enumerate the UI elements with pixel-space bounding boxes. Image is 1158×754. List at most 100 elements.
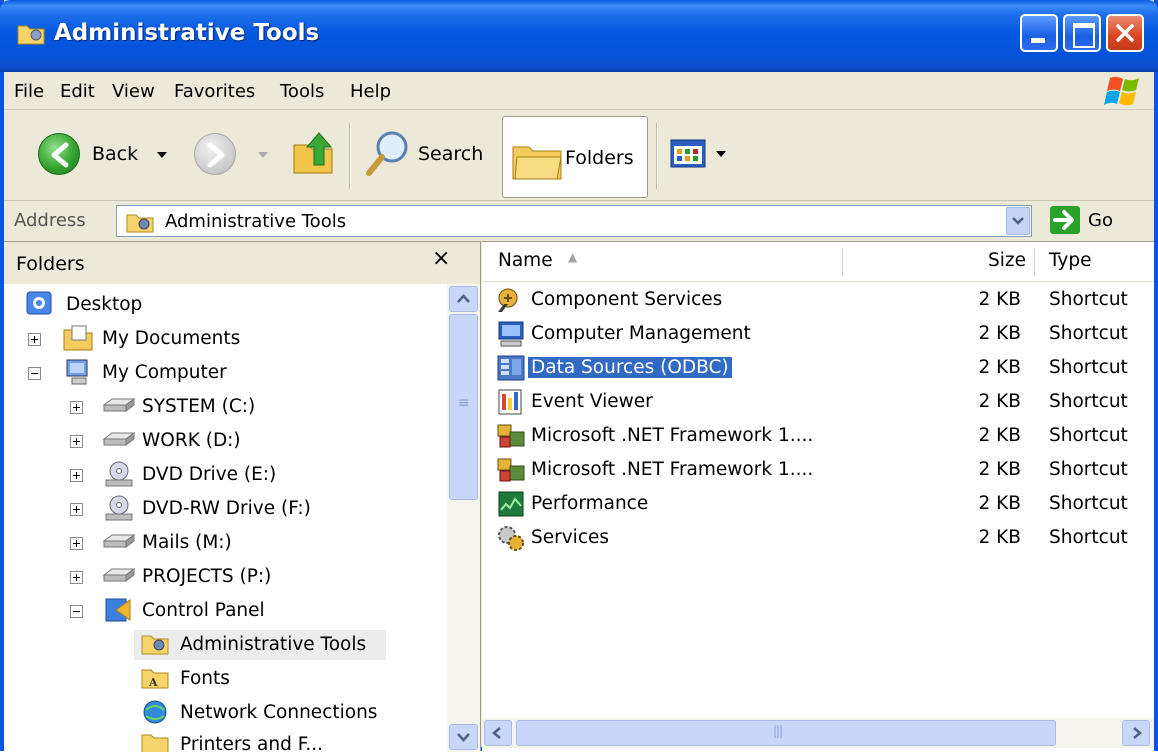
address-dropdown-button[interactable] [1006,207,1030,235]
tree-item-printers[interactable]: Printers and F... [4,730,447,752]
printers-icon [141,734,169,752]
close-button[interactable] [1106,14,1144,52]
control-panel-icon [105,598,131,622]
forward-button[interactable] [194,133,236,175]
file-row[interactable]: Computer Management 2 KB Shortcut [482,318,1154,350]
folders-label: Folders [565,147,634,169]
tree-item-network-connections[interactable]: Network Connections [4,698,447,728]
file-row[interactable]: Event Viewer 2 KB Shortcut [482,386,1154,418]
file-row[interactable]: Component Services 2 KB Shortcut [482,284,1154,316]
file-size: 2 KB [978,459,1021,480]
expand-icon[interactable] [70,503,83,516]
menu-help[interactable]: Help [350,81,391,102]
column-header-name[interactable]: Name [498,250,553,271]
scroll-right-button[interactable] [1122,720,1150,746]
menu-favorites[interactable]: Favorites [174,81,255,102]
column-divider[interactable] [842,248,843,276]
chevron-down-icon [457,733,470,742]
maximize-button[interactable] [1063,14,1101,52]
menu-file[interactable]: File [14,81,44,102]
menu-view[interactable]: View [112,81,155,102]
tree-item-label: Fonts [180,668,230,689]
performance-icon [498,491,524,517]
standard-toolbar: Back Search Folders [4,111,1154,201]
tree-item-mails-m[interactable]: Mails (M:) [4,528,447,558]
file-row[interactable]: Performance 2 KB Shortcut [482,488,1154,520]
chevron-up-icon [457,294,470,303]
back-button[interactable] [38,133,80,175]
file-name: Component Services [531,289,723,310]
data-sources-odbc-icon [497,355,525,381]
forward-history-caret-icon [258,152,268,158]
tree-item-my-computer[interactable]: My Computer [4,358,447,388]
address-bar: Address Administrative Tools Go [4,202,1154,240]
tree-item-projects-p[interactable]: PROJECTS (P:) [4,562,447,592]
collapse-icon[interactable] [70,605,83,618]
scroll-thumb[interactable] [449,314,478,500]
title-bar[interactable]: Administrative Tools [0,0,1158,72]
file-row-selected[interactable]: Data Sources (ODBC) 2 KB Shortcut [482,352,1154,384]
expand-icon[interactable] [70,401,83,414]
menu-tools[interactable]: Tools [280,81,324,102]
up-folder-icon[interactable] [290,129,336,177]
file-size: 2 KB [978,391,1021,412]
tree-item-my-documents[interactable]: My Documents [4,324,447,354]
list-header: Name ▲ Size Type [482,242,1154,282]
file-list-pane: Name ▲ Size Type Component Services 2 KB… [482,241,1154,751]
address-label: Address [14,210,86,231]
go-arrow-icon [1053,210,1074,230]
drive-icon [102,568,136,582]
scroll-left-button[interactable] [484,720,512,746]
expand-icon[interactable] [70,571,83,584]
views-caret-icon[interactable] [716,151,726,157]
tree-item-dvd-e[interactable]: DVD Drive (E:) [4,460,447,490]
file-list-horizontal-scrollbar[interactable] [482,718,1154,748]
folders-button[interactable]: Folders [502,116,648,198]
go-button[interactable] [1050,206,1080,234]
folder-tree: Desktop My Documents My Computer SYSTEM … [4,284,447,752]
file-row[interactable]: Services 2 KB Shortcut [482,522,1154,554]
folders-pane-header: Folders × [4,242,480,284]
scroll-down-button[interactable] [449,724,478,750]
tree-item-dvd-rw-f[interactable]: DVD-RW Drive (F:) [4,494,447,524]
file-type: Shortcut [1049,391,1128,412]
tree-item-desktop[interactable]: Desktop [4,290,447,320]
search-icon[interactable] [364,129,412,179]
tree-item-label: WORK (D:) [142,430,241,451]
back-arrow-icon [51,142,69,168]
chevron-right-icon [1133,727,1142,739]
scroll-up-button[interactable] [449,286,478,312]
expand-icon[interactable] [28,333,41,346]
dvd-drive-icon [105,495,133,521]
back-history-caret-icon[interactable] [157,152,167,158]
views-icon[interactable] [670,139,710,169]
address-value: Administrative Tools [165,211,347,232]
expand-icon[interactable] [70,537,83,550]
column-header-type[interactable]: Type [1049,250,1092,271]
search-label[interactable]: Search [418,143,483,165]
folders-pane-close-icon[interactable]: × [432,246,450,271]
back-label[interactable]: Back [92,143,138,165]
scroll-thumb[interactable] [516,720,1056,746]
column-header-size[interactable]: Size [988,250,1026,271]
file-row[interactable]: Microsoft .NET Framework 1.... 2 KB Shor… [482,454,1154,486]
menu-edit[interactable]: Edit [60,81,95,102]
admin-tools-icon [141,635,169,655]
go-label[interactable]: Go [1088,210,1113,231]
folder-tree-vertical-scrollbar[interactable] [447,284,480,752]
collapse-icon[interactable] [28,367,41,380]
tree-item-work-d[interactable]: WORK (D:) [4,426,447,456]
file-row[interactable]: Microsoft .NET Framework 1.... 2 KB Shor… [482,420,1154,452]
tree-item-control-panel[interactable]: Control Panel [4,596,447,626]
chevron-left-icon [492,727,501,739]
file-name: Services [531,527,610,548]
expand-icon[interactable] [70,435,83,448]
my-computer-icon [66,359,88,385]
tree-item-fonts[interactable]: A Fonts [4,664,447,694]
tree-item-administrative-tools[interactable]: Administrative Tools [134,630,386,660]
minimize-button[interactable] [1020,14,1058,52]
column-divider[interactable] [1034,248,1035,276]
address-field[interactable]: Administrative Tools [116,205,1032,237]
tree-item-system-c[interactable]: SYSTEM (C:) [4,392,447,422]
expand-icon[interactable] [70,469,83,482]
